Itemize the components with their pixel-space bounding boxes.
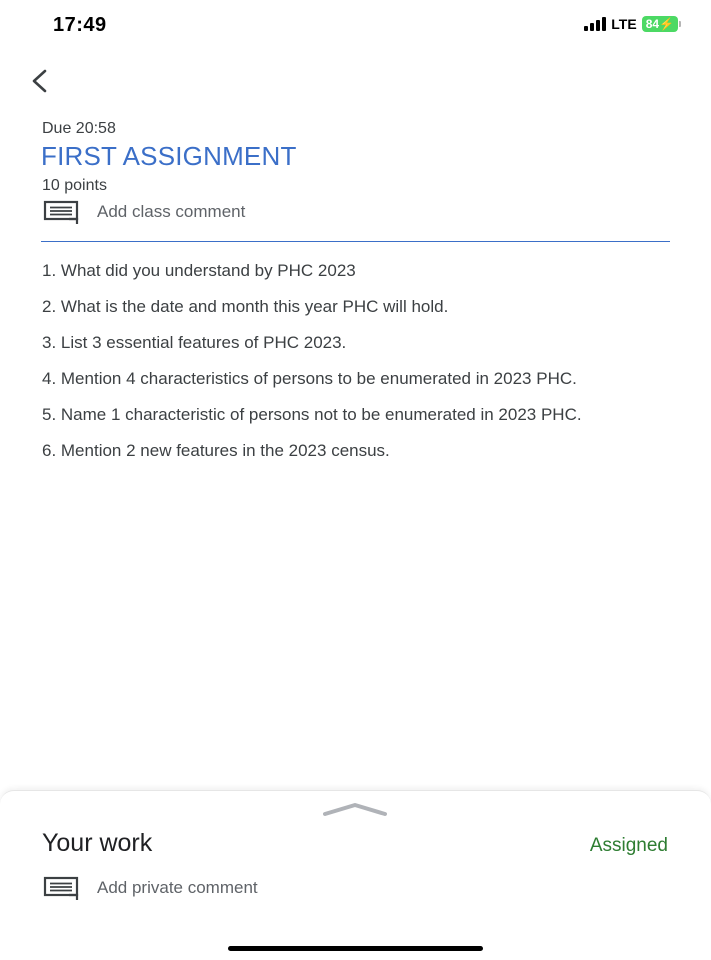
question-item: 3. List 3 essential features of PHC 2023… [42, 333, 347, 352]
back-button[interactable] [22, 64, 56, 98]
divider [41, 241, 670, 242]
status-bar: 17:49 LTE 84⚡ [0, 0, 711, 50]
question-item: 4. Mention 4 characteristics of persons … [42, 369, 577, 388]
sheet-handle[interactable] [323, 801, 387, 817]
assignment-title: FIRST ASSIGNMENT [41, 141, 297, 171]
assignment-points: 10 points [42, 177, 107, 194]
add-class-comment-label: Add class comment [97, 202, 246, 221]
network-type: LTE [611, 16, 637, 32]
add-private-comment-button[interactable]: Add private comment [43, 876, 258, 900]
battery-level: 84 [645, 17, 660, 31]
question-item: 5. Name 1 characteristic of persons not … [42, 405, 582, 424]
signal-icon [584, 17, 607, 31]
battery-icon: 84⚡ [641, 16, 681, 32]
chevron-up-icon [323, 803, 387, 816]
questions-list: 1. What did you understand by PHC 2023 2… [42, 262, 662, 478]
home-indicator[interactable] [228, 946, 483, 951]
status-indicators: LTE 84⚡ [584, 16, 681, 32]
chevron-left-icon [32, 69, 47, 93]
add-class-comment-button[interactable]: Add class comment [43, 200, 245, 224]
due-time: Due 20:58 [42, 120, 116, 137]
question-item: 1. What did you understand by PHC 2023 [42, 261, 356, 280]
assignment-status: Assigned [589, 835, 668, 856]
status-time: 17:49 [53, 14, 107, 36]
comment-icon [43, 876, 79, 900]
your-work-heading: Your work [42, 829, 153, 857]
question-item: 2. What is the date and month this year … [42, 297, 449, 316]
add-private-comment-label: Add private comment [97, 878, 258, 897]
your-work-sheet[interactable]: Your work Assigned Add private comment [0, 790, 711, 960]
comment-icon [43, 200, 79, 224]
question-item: 6. Mention 2 new features in the 2023 ce… [42, 441, 390, 460]
